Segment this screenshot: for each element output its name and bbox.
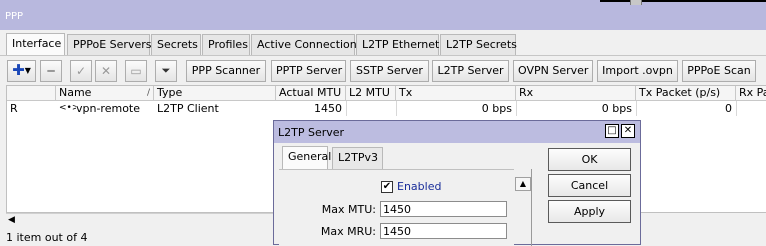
window-title: PPP (5, 11, 24, 22)
scroll-up-button[interactable]: ▲ (515, 177, 531, 191)
row-divider (736, 101, 737, 116)
tab-pppoe-servers[interactable]: PPPoE Servers (67, 34, 152, 55)
table-row[interactable]: R <•> vpn-remote L2TP Client 1450 0 bps … (7, 101, 766, 116)
row-type: L2TP Client (157, 102, 219, 115)
table-header: Name / Type Actual MTU L2 MTU Tx Rx Tx Pa… (7, 86, 766, 101)
pppoe-scan-button[interactable]: PPPoE Scan (682, 60, 756, 82)
row-name: vpn-remote (76, 102, 141, 115)
check-icon: ✔ (382, 181, 392, 192)
background-window-edge (600, 0, 766, 2)
column-tx[interactable]: Tx (396, 86, 516, 101)
row-actual-mtu: 1450 (314, 102, 342, 115)
cancel-button[interactable]: Cancel (548, 174, 631, 197)
max-mtu-field[interactable] (380, 201, 507, 217)
toolbar: ✚▼ ━ ✓ ✕ ▭ ⏷ PPP Scanner PPTP Server SST… (0, 55, 766, 85)
sstp-server-button[interactable]: SSTP Server (350, 60, 429, 82)
row-flag: R (10, 102, 18, 115)
column-name[interactable]: Name / (56, 86, 154, 101)
minus-icon: ━ (47, 64, 55, 78)
note-icon: ▭ (130, 64, 142, 78)
apply-button[interactable]: Apply (548, 200, 631, 223)
scroll-up-icon: ▲ (519, 179, 527, 188)
column-type[interactable]: Type (154, 86, 276, 101)
close-icon: ✕ (623, 125, 633, 136)
tab-general[interactable]: General (282, 146, 331, 170)
import-ovpn-button[interactable]: Import .ovpn (597, 60, 678, 82)
vertical-scrollbar[interactable] (531, 169, 532, 246)
window-titlebar: PPP (0, 0, 766, 30)
horizontal-scrollbar[interactable]: ◀ (6, 213, 281, 227)
maximize-button[interactable]: □ (605, 124, 619, 138)
background-window-fragment (630, 0, 642, 5)
plus-icon: ✚ (12, 61, 25, 79)
check-icon: ✓ (75, 64, 87, 78)
tab-profiles[interactable]: Profiles (202, 34, 250, 55)
disable-button[interactable]: ✕ (95, 60, 117, 82)
l2tp-server-button[interactable]: L2TP Server (432, 60, 509, 82)
row-divider (396, 101, 397, 116)
max-mru-field[interactable] (380, 223, 507, 239)
dialog-titlebar: L2TP Server □ ✕ (274, 121, 640, 143)
comment-button[interactable]: ▭ (125, 60, 147, 82)
column-l2-mtu[interactable]: L2 MTU (346, 86, 396, 101)
column-name-label: Name (59, 86, 92, 99)
filter-button[interactable]: ⏷ (155, 60, 177, 82)
dropdown-caret-icon: ▼ (24, 66, 31, 75)
tab-l2tp-secrets[interactable]: L2TP Secrets (440, 34, 517, 55)
column-rx[interactable]: Rx (516, 86, 636, 101)
tab-secrets[interactable]: Secrets (151, 34, 201, 55)
l2tp-server-dialog: L2TP Server □ ✕ General L2TPv3 ✔ Enabled… (273, 120, 641, 246)
column-rx-packet[interactable]: Rx Pac (736, 86, 766, 101)
row-divider (516, 101, 517, 116)
column-actual-mtu[interactable]: Actual MTU (276, 86, 346, 101)
enabled-checkbox[interactable]: ✔ (381, 181, 393, 193)
enabled-label: Enabled (397, 180, 442, 193)
scroll-left-icon[interactable]: ◀ (8, 215, 15, 225)
ok-button[interactable]: OK (548, 148, 631, 171)
row-tx-packet: 0 (725, 102, 732, 115)
maximize-icon: □ (607, 125, 617, 136)
row-l2-mtu (346, 101, 396, 116)
remove-button[interactable]: ━ (40, 60, 62, 82)
tab-interface[interactable]: Interface (6, 33, 65, 56)
pptp-server-button[interactable]: PPTP Server (271, 60, 346, 82)
status-text: 1 item out of 4 (6, 231, 88, 244)
tab-l2tp-ethernet[interactable]: L2TP Ethernet (356, 34, 439, 55)
x-icon: ✕ (100, 64, 112, 78)
row-rx: 0 bps (601, 102, 632, 115)
row-tx: 0 bps (481, 102, 512, 115)
ppp-scanner-button[interactable]: PPP Scanner (186, 60, 266, 82)
max-mtu-label: Max MTU: (321, 203, 376, 216)
add-button[interactable]: ✚▼ (7, 60, 36, 82)
column-flags[interactable] (7, 86, 56, 101)
max-mru-label: Max MRU: (320, 225, 376, 238)
funnel-icon: ⏷ (161, 64, 171, 77)
enable-button[interactable]: ✓ (70, 60, 92, 82)
tab-l2tpv3[interactable]: L2TPv3 (332, 147, 383, 169)
ovpn-server-button[interactable]: OVPN Server (513, 60, 593, 82)
column-tx-packet[interactable]: Tx Packet (p/s) (636, 86, 736, 101)
row-divider (636, 101, 637, 116)
close-button[interactable]: ✕ (621, 124, 635, 138)
tab-active-connections[interactable]: Active Connections (251, 34, 363, 55)
dialog-title: L2TP Server (278, 126, 345, 139)
row-divider (346, 101, 347, 116)
sort-icon: / (146, 88, 150, 98)
